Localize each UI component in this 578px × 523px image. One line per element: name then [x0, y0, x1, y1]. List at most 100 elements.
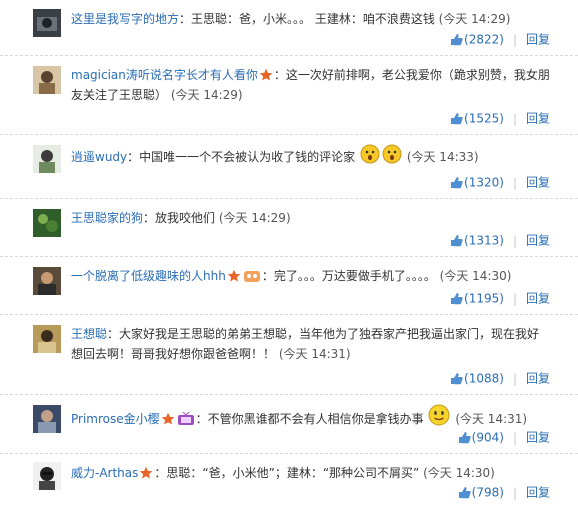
like-count: (1313) — [464, 233, 504, 248]
reply-button[interactable]: 回复 — [526, 372, 550, 386]
hand-badge-icon — [243, 271, 260, 282]
like-count: (1088) — [464, 371, 504, 386]
comment-text: ：放我咬他们 — [143, 211, 216, 225]
comment-item: 威力-Arthas ：思聪：“爸，小米他”；建林：“那种公司不屑买” (今天 14… — [0, 454, 578, 513]
comment-content: 这里是我写字的地方：王思聪：爸，小米。。。 王建林：咱不浪费这钱 (今天 14:… — [71, 9, 550, 29]
comment-content: 一个脱离了低级趣味的人hhh ：完了。。。万达要做手机了。。。。 (今天 14:3… — [71, 266, 550, 286]
comment-time: (今天 14:30) — [423, 466, 495, 480]
comment-item: magician涛听说名字长才有人看你 ：这一次好前排啊，老公我爱你（跪求别赞，我… — [0, 56, 578, 135]
thumbs-up-icon — [451, 293, 463, 305]
emoji-surprised-icon — [382, 144, 402, 164]
comment-username[interactable]: 逍遥wudy — [71, 150, 127, 164]
like-count: (1320) — [464, 175, 504, 190]
comment-username[interactable]: 这里是我写字的地方 — [71, 12, 179, 26]
comment-item: 逍遥wudy：中国唯一一个不会被认为收了钱的评论家 (今天 14:33) (13… — [0, 135, 578, 199]
reply-button[interactable]: 回复 — [526, 112, 550, 126]
comment-actions: (1525) | 回复 — [450, 110, 550, 126]
avatar[interactable] — [33, 405, 61, 433]
avatar[interactable] — [33, 9, 61, 37]
comment-time: (今天 14:29) — [438, 12, 511, 26]
star-badge-icon — [161, 412, 174, 425]
reply-button[interactable]: 回复 — [526, 176, 550, 190]
comment-content: 逍遥wudy：中国唯一一个不会被认为收了钱的评论家 (今天 14:33) — [71, 144, 550, 167]
avatar[interactable] — [33, 325, 61, 353]
comment-actions: (1313) | 回复 — [450, 232, 550, 248]
like-button[interactable]: (1525) — [450, 111, 504, 126]
thumbs-up-icon — [458, 487, 471, 499]
comment-time: (今天 14:31) — [278, 347, 351, 361]
reply-button[interactable]: 回复 — [526, 33, 550, 47]
comment-content: 威力-Arthas ：思聪：“爸，小米他”；建林：“那种公司不屑买” (今天 14… — [71, 463, 550, 483]
like-button[interactable]: (1320) — [450, 175, 504, 190]
comment-actions: (904) | 回复 — [458, 429, 550, 445]
comment-text: ：王思聪：爸，小米。。。 王建林：咱不浪费这钱 — [179, 12, 435, 26]
comment-item: Primrose金小樱 ：不管你黑谁都不会有人相信你是拿钱办事 (今天 14:31… — [0, 395, 578, 454]
like-count: (1525) — [464, 111, 504, 126]
reply-button[interactable]: 回复 — [526, 234, 550, 248]
emoji-surprised-icon — [360, 144, 380, 164]
like-count: (798) — [471, 485, 504, 500]
avatar[interactable] — [33, 66, 61, 94]
divider: | — [512, 371, 517, 386]
comment-content: magician涛听说名字长才有人看你 ：这一次好前排啊，老公我爱你（跪求别赞，我… — [71, 65, 550, 105]
comment-item: 一个脱离了低级趣味的人hhh ：完了。。。万达要做手机了。。。。 (今天 14:3… — [0, 257, 578, 315]
like-button[interactable]: (1195) — [450, 291, 504, 306]
comment-item: 王思聪家的狗：放我咬他们 (今天 14:29) (1313) | 回复 — [0, 199, 578, 257]
comment-username[interactable]: 威力-Arthas — [71, 466, 138, 480]
comment-content: 王想聪：大家好我是王思聪的弟弟王想聪，当年他为了独吞家产把我逼出家门，现在我好想… — [71, 324, 550, 364]
divider: | — [512, 291, 517, 306]
comment-username[interactable]: magician涛听说名字长才有人看你 — [71, 68, 258, 82]
thumbs-up-icon — [451, 113, 463, 125]
thumbs-up-icon — [451, 34, 463, 46]
comment-actions: (1195) | 回复 — [450, 290, 550, 306]
comment-time: (今天 14:29) — [218, 211, 291, 225]
comment-time: (今天 14:29) — [170, 88, 243, 102]
like-button[interactable]: (2822) — [450, 32, 504, 47]
divider: | — [512, 175, 517, 190]
like-count: (2822) — [464, 32, 504, 47]
like-button[interactable]: (1088) — [450, 371, 504, 386]
divider: | — [512, 233, 517, 248]
comment-text: ：完了。。。万达要做手机了。。。。 — [261, 269, 436, 283]
comment-username[interactable]: 王思聪家的狗 — [71, 211, 143, 225]
comment-username[interactable]: 一个脱离了低级趣味的人hhh — [71, 269, 226, 283]
comment-actions: (1088) | 回复 — [450, 370, 550, 386]
comment-text: ：中国唯一一个不会被认为收了钱的评论家 — [127, 150, 356, 164]
reply-button[interactable]: 回复 — [526, 292, 550, 306]
reply-button[interactable]: 回复 — [526, 486, 550, 500]
divider: | — [512, 485, 517, 500]
divider: | — [512, 430, 517, 445]
comment-actions: (798) | 回复 — [458, 484, 550, 500]
divider: | — [512, 111, 517, 126]
emoji-smile-icon — [428, 404, 450, 426]
thumbs-up-icon — [451, 177, 463, 189]
comment-content: 王思聪家的狗：放我咬他们 (今天 14:29) — [71, 208, 550, 228]
avatar[interactable] — [33, 145, 61, 173]
like-count: (904) — [471, 430, 504, 445]
thumbs-up-icon — [458, 432, 471, 444]
comment-time: (今天 14:33) — [406, 150, 479, 164]
like-button[interactable]: (798) — [458, 485, 504, 500]
comment-item: 王想聪：大家好我是王思聪的弟弟王想聪，当年他为了独吞家产把我逼出家门，现在我好想… — [0, 315, 578, 395]
comment-item: 这里是我写字的地方：王思聪：爸，小米。。。 王建林：咱不浪费这钱 (今天 14:… — [0, 0, 578, 56]
star-badge-icon — [140, 466, 153, 479]
comment-actions: (2822) | 回复 — [450, 31, 550, 47]
avatar[interactable] — [33, 462, 61, 490]
comment-text: ：思聪：“爸，小米他”；建林：“那种公司不屑买” — [154, 466, 420, 480]
comment-username[interactable]: Primrose金小樱 — [71, 412, 160, 426]
star-badge-icon — [259, 68, 273, 81]
reply-button[interactable]: 回复 — [526, 431, 550, 445]
like-count: (1195) — [464, 291, 504, 306]
avatar[interactable] — [33, 209, 61, 237]
comment-content: Primrose金小樱 ：不管你黑谁都不会有人相信你是拿钱办事 (今天 14:31… — [71, 404, 550, 429]
comment-time: (今天 14:30) — [439, 269, 512, 283]
comment-actions: (1320) | 回复 — [450, 174, 550, 190]
thumbs-up-icon — [451, 235, 463, 247]
comment-username[interactable]: 王想聪 — [71, 327, 107, 341]
tv-badge-icon — [177, 412, 194, 425]
comment-time: (今天 14:31) — [455, 412, 528, 426]
divider: | — [512, 32, 517, 47]
like-button[interactable]: (904) — [458, 430, 504, 445]
avatar[interactable] — [33, 267, 61, 295]
like-button[interactable]: (1313) — [450, 233, 504, 248]
